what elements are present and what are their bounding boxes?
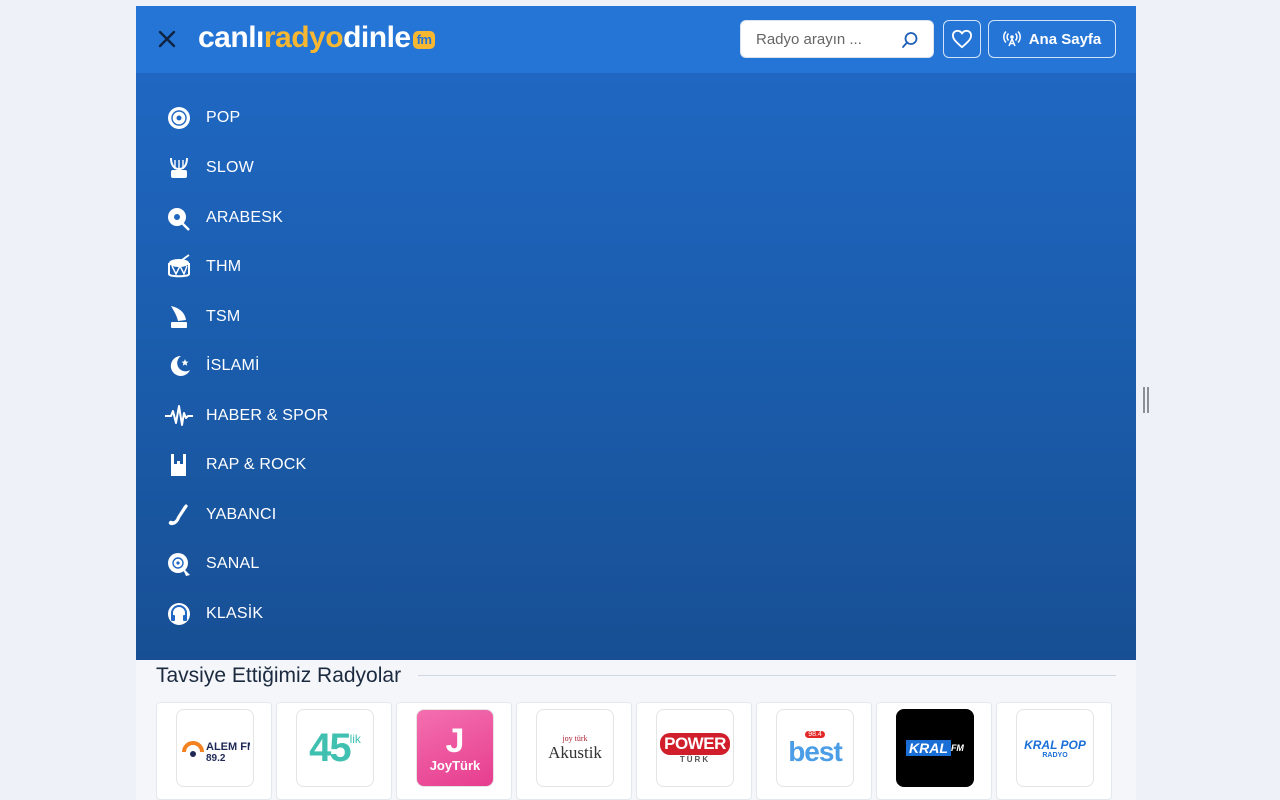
top-navbar: canlı radyo dinle fm Ana Sayfa [136, 6, 1136, 73]
menu-item-yabanci[interactable]: YABANCI [164, 495, 564, 535]
menu-item-arabesk[interactable]: ARABESK [164, 198, 564, 238]
section-title: Tavsiye Ettiğimiz Radyolar [156, 664, 402, 687]
station-card-joyturk[interactable]: J JoyTürk [396, 702, 512, 800]
menu-item-label: İSLAMİ [206, 357, 260, 374]
menu-item-haber-spor[interactable]: HABER & SPOR [164, 396, 564, 436]
menu-item-label: TSM [206, 308, 241, 325]
station-card-kral-pop[interactable]: KRAL POP RADYO [996, 702, 1112, 800]
rock-hand-icon [171, 454, 186, 476]
menu-item-label: POP [206, 109, 241, 126]
lyre-icon [170, 157, 188, 178]
menu-item-label: SANAL [206, 555, 260, 572]
heart-icon [952, 29, 972, 49]
page: canlı radyo dinle fm Ana Sayfa [136, 6, 1136, 800]
station-logo: POWER TÜRK [656, 709, 734, 787]
station-logo: 98.4 best [776, 709, 854, 787]
site-logo[interactable]: canlı radyo dinle fm [198, 20, 436, 56]
menu-item-label: THM [206, 258, 242, 275]
station-logo: J JoyTürk [416, 709, 494, 787]
close-menu-button[interactable] [154, 26, 180, 52]
station-card-akustik[interactable]: joy türk Akustik [516, 702, 632, 800]
crescent-icon [170, 355, 190, 376]
svg-text:89.2: 89.2 [206, 753, 226, 764]
close-icon [158, 30, 176, 48]
station-card-power-turk[interactable]: POWER TÜRK [636, 702, 752, 800]
station-logo: joy türk Akustik [536, 709, 614, 787]
resize-handle[interactable] [1143, 387, 1149, 413]
menu-item-label: SLOW [206, 159, 254, 176]
station-card-45lik[interactable]: 45 lik [276, 702, 392, 800]
menu-item-label: ARABESK [206, 209, 283, 226]
station-logo: 45 lik [296, 709, 374, 787]
headphones-icon [168, 603, 190, 625]
saxophone-icon [168, 504, 188, 526]
genre-menu: POP SLOW ARABESK THM TSM İSLAMİ HABER & … [136, 73, 1136, 660]
search-box[interactable] [740, 20, 934, 58]
station-logo: KRAL POP RADYO [1016, 709, 1094, 787]
menu-item-tsm[interactable]: TSM [164, 297, 564, 337]
menu-item-klasik[interactable]: KLASİK [164, 594, 564, 634]
favorites-button[interactable] [943, 20, 981, 58]
search-icon[interactable] [901, 31, 919, 49]
menu-item-islami[interactable]: İSLAMİ [164, 346, 564, 386]
station-card-best-fm[interactable]: 98.4 best [756, 702, 872, 800]
menu-item-thm[interactable]: THM [164, 247, 564, 287]
drum-icon [168, 254, 190, 278]
menu-item-slow[interactable]: SLOW [164, 148, 564, 188]
station-card-kral-fm[interactable]: KRAL FM [876, 702, 992, 800]
station-card-alem-fm[interactable]: ALEM FM 89.2 [156, 702, 272, 800]
pulse-icon [165, 405, 193, 426]
divider [418, 675, 1116, 676]
svg-text:ALEM FM: ALEM FM [206, 741, 250, 753]
menu-item-label: KLASİK [206, 605, 264, 622]
broadcast-icon [1002, 30, 1021, 47]
menu-item-label: HABER & SPOR [206, 407, 329, 424]
menu-item-rap-rock[interactable]: RAP & ROCK [164, 445, 564, 485]
home-button-label: Ana Sayfa [1028, 30, 1102, 48]
menu-item-label: RAP & ROCK [206, 456, 307, 473]
menu-item-label: YABANCI [206, 506, 277, 523]
station-logo: KRAL FM [896, 709, 974, 787]
menu-item-pop[interactable]: POP [164, 98, 564, 138]
vinyl-icon [168, 107, 190, 129]
saz-icon [168, 208, 190, 231]
gramophone-icon [171, 306, 187, 328]
dj-icon [168, 553, 190, 576]
home-button[interactable]: Ana Sayfa [988, 20, 1116, 58]
station-logo: ALEM FM 89.2 [176, 709, 254, 787]
search-input[interactable] [754, 30, 898, 49]
menu-item-sanal[interactable]: SANAL [164, 544, 564, 584]
